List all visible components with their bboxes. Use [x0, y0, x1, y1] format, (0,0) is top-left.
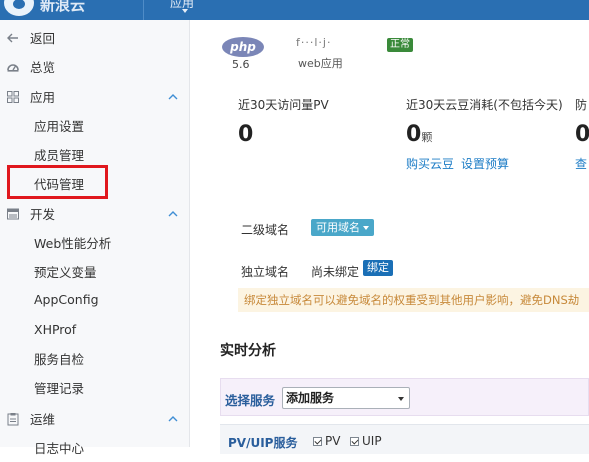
- sidebar-item-label: 日志中心: [34, 441, 85, 456]
- pv-checkbox[interactable]: PV: [313, 434, 340, 448]
- main-content: php 5.6 f···l·j· web应用 正常 近30天访问量PV 0 近3…: [191, 20, 589, 454]
- sidebar-item-app-settings[interactable]: 应用设置: [0, 111, 190, 140]
- sidebar-item-label: AppConfig: [34, 292, 99, 307]
- cloud-bean-stat-unit: 颗: [421, 131, 433, 144]
- sidebar-item-label: 总览: [30, 60, 56, 75]
- sidebar-item-label: XHProf: [34, 322, 77, 337]
- sidebar-group-label: 开发: [30, 207, 56, 222]
- custom-domain-state: 尚未绑定: [311, 265, 360, 279]
- navbar-divider: [143, 0, 144, 20]
- sidebar: 返回 总览 应用 应用设置 成员管理 代码管理 开发 Web性能分析 预定义变量…: [0, 20, 190, 456]
- sidebar-item-service-check[interactable]: 服务自检: [0, 344, 190, 373]
- chevron-up-icon[interactable]: [168, 209, 178, 219]
- caret-down-icon: [398, 397, 404, 401]
- sidebar-item-appconfig[interactable]: AppConfig: [0, 285, 190, 314]
- php-logo-icon: php: [222, 37, 264, 57]
- sidebar-group-app[interactable]: 应用: [0, 82, 190, 111]
- pv-uip-title: PV/UIP服务: [228, 436, 298, 450]
- available-domain-dropdown-label: 可用域名: [316, 221, 360, 234]
- set-budget-link[interactable]: 设置预算: [461, 155, 509, 172]
- sidebar-item-label: 服务自检: [34, 352, 85, 367]
- sidebar-item-log-center[interactable]: 日志中心: [0, 433, 190, 462]
- checkbox-checked-icon[interactable]: [313, 436, 322, 446]
- service-select-label: 选择服务: [225, 393, 276, 408]
- grid-icon: [6, 90, 20, 104]
- arrow-left-icon: [6, 31, 20, 45]
- sidebar-item-label: 应用设置: [34, 119, 85, 134]
- sidebar-item-label: 管理记录: [34, 381, 85, 396]
- sidebar-item-overview[interactable]: 总览: [0, 52, 190, 81]
- clipboard-icon: [6, 412, 20, 426]
- sidebar-group-label: 运维: [30, 412, 56, 427]
- third-stat-value: 0: [575, 122, 589, 147]
- subdomain-label: 二级域名: [241, 223, 290, 237]
- custom-domain-label: 独立域名: [241, 265, 290, 279]
- pv-checkbox-label: PV: [325, 434, 341, 448]
- sidebar-item-label: 返回: [30, 31, 56, 46]
- add-service-select[interactable]: 添加服务: [282, 387, 410, 409]
- sidebar-item-admin-log[interactable]: 管理记录: [0, 373, 190, 402]
- third-stat-label: 防: [575, 98, 588, 112]
- available-domain-dropdown[interactable]: 可用域名: [311, 219, 374, 236]
- app-name: f···l·j·: [296, 36, 332, 49]
- pv-stat-label: 近30天访问量PV: [238, 98, 329, 112]
- runtime-version: 5.6: [232, 58, 250, 71]
- top-navbar: 新浪云 应用: [0, 0, 589, 20]
- highlight-annotation-box: [7, 165, 108, 199]
- sidebar-item-label: 预定义变量: [34, 265, 97, 280]
- chevron-up-icon[interactable]: [168, 92, 178, 102]
- bind-domain-button[interactable]: 绑定: [363, 260, 393, 276]
- server-icon: [6, 207, 20, 221]
- uip-checkbox-label: UIP: [362, 434, 382, 448]
- sidebar-item-back[interactable]: 返回: [0, 23, 190, 52]
- app-type: web应用: [298, 57, 343, 70]
- buy-cloud-bean-link[interactable]: 购买云豆: [406, 155, 454, 172]
- chevron-up-icon[interactable]: [168, 414, 178, 424]
- sidebar-item-web-perf[interactable]: Web性能分析: [0, 228, 190, 257]
- cloud-bean-stat: 0颗: [406, 122, 432, 147]
- pv-uip-service-bar: PV/UIP服务 PV UIP: [220, 424, 589, 454]
- sidebar-item-predefined-vars[interactable]: 预定义变量: [0, 257, 190, 286]
- brand-logo-icon[interactable]: [4, 0, 34, 16]
- checkbox-checked-icon[interactable]: [350, 436, 359, 446]
- sidebar-group-ops[interactable]: 运维: [0, 404, 190, 433]
- add-service-select-value: 添加服务: [286, 391, 335, 405]
- service-selector-bar: 选择服务 添加服务: [220, 378, 589, 416]
- sidebar-item-xhprof[interactable]: XHProf: [0, 315, 190, 344]
- sidebar-item-label: Web性能分析: [34, 236, 112, 251]
- cloud-bean-stat-label: 近30天云豆消耗(不包括今天): [406, 98, 563, 112]
- dashboard-icon: [6, 60, 20, 74]
- sidebar-group-label: 应用: [30, 90, 56, 105]
- pv-stat-value: 0: [238, 122, 254, 147]
- domain-notice: 绑定独立域名可以避免域名的权重受到其他用户影响，避免DNS劫: [238, 288, 589, 312]
- uip-checkbox[interactable]: UIP: [350, 434, 382, 448]
- chevron-down-icon[interactable]: [182, 9, 188, 13]
- realtime-analysis-title: 实时分析: [220, 343, 276, 359]
- cloud-bean-stat-value: 0: [406, 122, 422, 147]
- brand-name[interactable]: 新浪云: [40, 0, 85, 15]
- caret-down-icon: [363, 226, 369, 230]
- sidebar-group-dev[interactable]: 开发: [0, 199, 190, 228]
- sidebar-item-label: 成员管理: [34, 148, 85, 163]
- status-badge: 正常: [387, 38, 413, 52]
- third-stat-link[interactable]: 查: [575, 155, 587, 172]
